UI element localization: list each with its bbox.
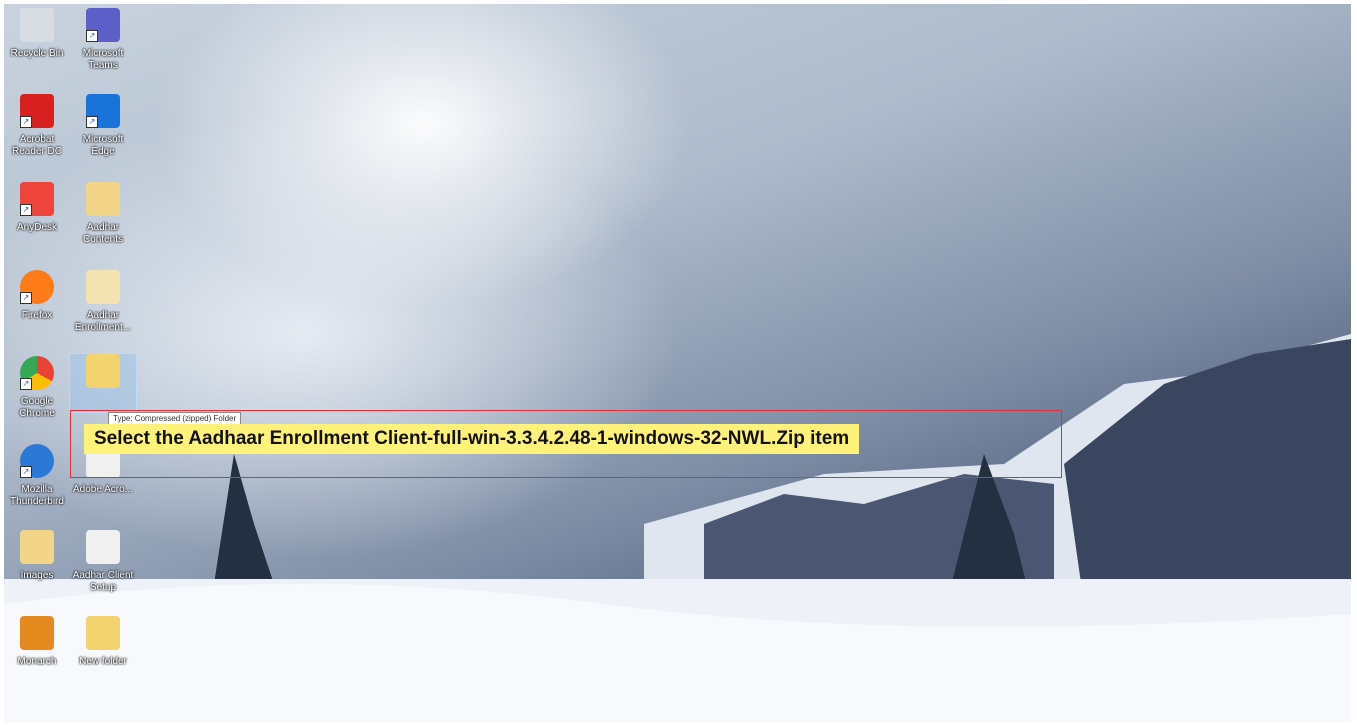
new-folder-icon[interactable]: New folder [70,616,136,668]
aadhaar-enrollment-zip-icon[interactable] [69,353,137,413]
monarch-label: Monarch [17,656,57,667]
shortcut-arrow-icon: ↗ [20,116,32,128]
monarch-icon[interactable]: Monarch [4,616,70,668]
thunderbird-label: Mozilla Thunderbird [10,484,64,507]
firefox-label: Firefox [21,310,53,321]
edge-icon-image: ↗ [86,94,120,128]
recycle-bin-icon-image [20,8,54,42]
teams-label: Microsoft Teams [82,48,124,71]
shortcut-arrow-icon: ↗ [20,204,32,216]
desktop: Recycle Bin ↗ Acrobat Reader DC ↗ AnyDes… [4,4,1351,723]
recycle-bin-icon[interactable]: Recycle Bin [4,8,70,60]
acrobat-icon-image: ↗ [20,94,54,128]
aadhar-contents-icon[interactable]: Aadhar Contents [70,182,136,246]
adobe-acro-label: Adobe Acro... [72,484,134,495]
firefox-icon-image: ↗ [20,270,54,304]
aadhar-contents-label: Aadhar Contents [82,222,124,245]
thunderbird-icon-image: ↗ [20,444,54,478]
shortcut-arrow-icon: ↗ [20,466,32,478]
aadhar-client-setup-icon[interactable]: Aadhar Client Setup [70,530,136,594]
google-chrome-icon[interactable]: ↗ Google Chrome [4,356,70,420]
anydesk-icon-image: ↗ [20,182,54,216]
mozilla-thunderbird-icon[interactable]: ↗ Mozilla Thunderbird [4,444,70,508]
new-folder-label: New folder [79,656,127,667]
shortcut-arrow-icon: ↗ [20,292,32,304]
anydesk-label: AnyDesk [16,222,57,233]
recycle-bin-label: Recycle Bin [10,48,64,59]
shortcut-arrow-icon: ↗ [20,378,32,390]
shortcut-arrow-icon: ↗ [86,116,98,128]
images-folder-icon[interactable]: Images [4,530,70,582]
anydesk-icon[interactable]: ↗ AnyDesk [4,182,70,234]
folder-icon [20,530,54,564]
folder-icon [86,182,120,216]
chrome-icon-image: ↗ [20,356,54,390]
aadhar-enrollment-doc-label: Aadhar Enrollment... [74,310,132,333]
wallpaper-mountains [4,334,1351,723]
edge-label: Microsoft Edge [82,134,124,157]
images-label: Images [20,570,54,581]
microsoft-teams-icon[interactable]: ↗ Microsoft Teams [70,8,136,72]
document-icon [86,270,120,304]
aadhar-client-setup-label: Aadhar Client Setup [72,570,134,593]
firefox-icon[interactable]: ↗ Firefox [4,270,70,322]
folder-icon [86,616,120,650]
chrome-label: Google Chrome [19,396,55,419]
microsoft-edge-icon[interactable]: ↗ Microsoft Edge [70,94,136,158]
butterfly-icon [20,616,54,650]
zip-folder-icon [86,354,120,388]
acrobat-label: Acrobat Reader DC [11,134,63,157]
shortcut-arrow-icon: ↗ [86,30,98,42]
instruction-label: Select the Aadhaar Enrollment Client-ful… [84,424,860,454]
teams-icon-image: ↗ [86,8,120,42]
acrobat-reader-icon[interactable]: ↗ Acrobat Reader DC [4,94,70,158]
setup-file-icon [86,530,120,564]
aadhar-enrollment-doc-icon[interactable]: Aadhar Enrollment... [70,270,136,334]
